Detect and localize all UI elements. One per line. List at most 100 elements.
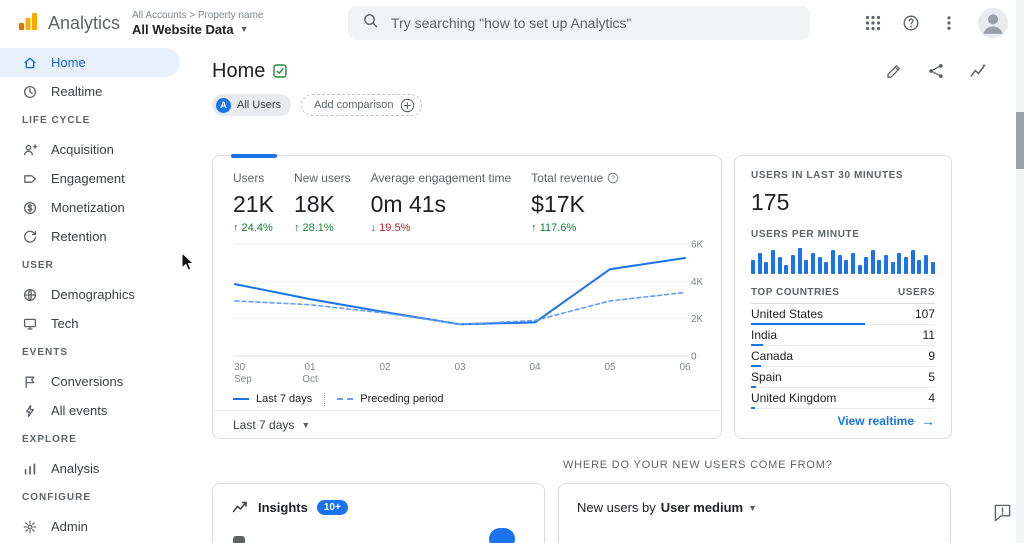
partial-blue-button[interactable] (489, 528, 515, 543)
avatar[interactable] (978, 8, 1008, 38)
demographics-icon (22, 287, 38, 303)
analytics-logo[interactable]: Analytics (0, 9, 132, 38)
country-row-spain: Spain 5 (751, 367, 935, 388)
per-minute-bar (864, 257, 869, 274)
sidebar-item-acquisition[interactable]: Acquisition (0, 135, 180, 164)
top-countries-header: TOP COUNTRIES (751, 287, 840, 298)
per-minute-bar (824, 262, 829, 274)
country-name: India (751, 328, 778, 342)
date-range-selector[interactable]: Last 7 days ▼ (213, 410, 721, 438)
per-minute-bar (930, 262, 935, 274)
sidebar-item-label: Demographics (51, 287, 135, 302)
overview-card: Users 21K ↑ 24.4% New users 18K ↑ 28.1% Averag… (212, 154, 722, 439)
dimension-label: User medium (660, 500, 744, 515)
sidebar-item-all-events[interactable]: All events (0, 396, 180, 425)
share-icon[interactable] (927, 62, 945, 80)
country-name: United States (751, 307, 824, 321)
insights-spark-icon[interactable] (969, 62, 988, 80)
per-minute-bar (910, 250, 915, 274)
retention-icon (22, 229, 38, 245)
all-users-label: All Users (237, 99, 282, 111)
search-input[interactable] (391, 15, 796, 31)
apps-grid-icon[interactable] (864, 14, 882, 32)
sidebar-item-monetization[interactable]: Monetization (0, 193, 180, 222)
all-users-chip[interactable]: A All Users (212, 94, 292, 116)
sidebar-item-realtime[interactable]: Realtime (0, 77, 180, 106)
sidebar-item-label: Retention (51, 229, 107, 244)
metric-tab-average-engagement-time[interactable]: Average engagement time 0m 41s ↓ 19.5% (371, 171, 512, 234)
per-minute-bar (917, 260, 922, 274)
view-realtime-link[interactable]: View realtime → (838, 413, 936, 429)
sidebar-nav: Home Realtime LIFE CYCLE Acquisition Engagem… (0, 46, 190, 543)
events-icon (22, 403, 38, 419)
metric-help-icon[interactable]: ? (607, 172, 619, 184)
metric-delta: ↑ 28.1% (293, 222, 334, 234)
sidebar-item-label: Analysis (51, 461, 100, 476)
report-check-icon (273, 64, 288, 78)
country-name: Canada (751, 349, 794, 363)
sidebar-section-events: EVENTS (22, 347, 69, 358)
insights-card: Insights 10+ (212, 483, 545, 543)
home-icon (22, 55, 38, 71)
feedback-icon[interactable] (993, 503, 1012, 527)
users-column-header: USERS (898, 287, 935, 298)
svg-text:04: 04 (529, 362, 541, 373)
realtime-card: USERS IN LAST 30 MINUTES 175 USERS PER M… (734, 155, 952, 439)
add-comparison-chip[interactable]: Add comparison (301, 94, 422, 116)
sidebar-section-user: USER (22, 260, 54, 271)
scrollbar-thumb[interactable] (1016, 112, 1024, 169)
sidebar-item-tech[interactable]: Tech (0, 309, 180, 338)
legend-preceding-period: Preceding period (337, 393, 443, 405)
sidebar-item-admin[interactable]: Admin (0, 512, 180, 541)
metrics-row: Users 21K ↑ 24.4% New users 18K ↑ 28.1% Averag… (213, 156, 721, 234)
svg-text:2K: 2K (691, 314, 703, 325)
monetization-icon (22, 200, 38, 216)
account-picker[interactable]: All Accounts > Property name All Website… (132, 10, 348, 37)
view-realtime-label: View realtime (837, 414, 915, 428)
customize-report-icon[interactable] (885, 62, 903, 80)
per-minute-bar (810, 253, 815, 274)
sidebar-item-home[interactable]: Home (0, 48, 180, 77)
active-tab-indicator (231, 154, 277, 158)
property-name: All Website Data (132, 21, 234, 37)
metric-tab-total-revenue[interactable]: Total revenue? $17K ↑ 117.6% (531, 171, 619, 234)
sidebar-item-engagement[interactable]: Engagement (0, 164, 180, 193)
sidebar-item-retention[interactable]: Retention (0, 222, 180, 251)
per-minute-bar (870, 250, 875, 274)
metric-delta: ↓ 19.5% (370, 222, 411, 234)
metric-tab-new-users[interactable]: New users 18K ↑ 28.1% (294, 171, 351, 234)
country-name: Spain (751, 370, 782, 384)
overview-line-chart[interactable]: 0 2K 4K 6K 30Sep 01Oct 02 03 04 05 06 (233, 238, 703, 386)
engagement-icon (22, 171, 38, 187)
sidebar-item-conversions[interactable]: Conversions (0, 367, 180, 396)
insights-title: Insights (258, 499, 308, 515)
svg-text:?: ? (611, 175, 615, 182)
help-icon[interactable] (902, 14, 920, 32)
per-minute-bar (790, 255, 795, 274)
countries-list: United States 107 India 11 Canada 9 Spain 5 Unit… (751, 304, 935, 409)
legend-label: Last 7 days (256, 393, 313, 405)
country-usage-bar (751, 407, 756, 409)
partial-content-icon (233, 536, 245, 543)
per-minute-bar (764, 262, 769, 274)
per-minute-bar (837, 255, 842, 274)
country-users: 107 (914, 307, 935, 321)
per-minute-bar (897, 253, 902, 274)
dimension-selector[interactable]: User medium ▼ (661, 500, 757, 515)
sidebar-item-demographics[interactable]: Demographics (0, 280, 180, 309)
sidebar-section-configure: CONFIGURE (22, 492, 91, 503)
metric-value: $17K (531, 191, 585, 217)
sidebar-item-label: Acquisition (51, 142, 114, 157)
metric-label: New users (293, 171, 351, 185)
search-bar[interactable] (348, 6, 810, 40)
per-minute-bar (904, 257, 909, 274)
analytics-logo-icon (16, 9, 40, 38)
sidebar-item-analysis[interactable]: Analysis (0, 454, 180, 483)
metric-tab-users[interactable]: Users 21K ↑ 24.4% (233, 171, 274, 234)
legend-label: Preceding period (360, 393, 444, 405)
more-vert-icon[interactable] (940, 14, 958, 32)
country-users: 11 (922, 328, 935, 342)
country-row-united-kingdom: United Kingdom 4 (751, 388, 935, 409)
per-minute-bar (817, 257, 822, 274)
admin-icon (22, 519, 38, 535)
